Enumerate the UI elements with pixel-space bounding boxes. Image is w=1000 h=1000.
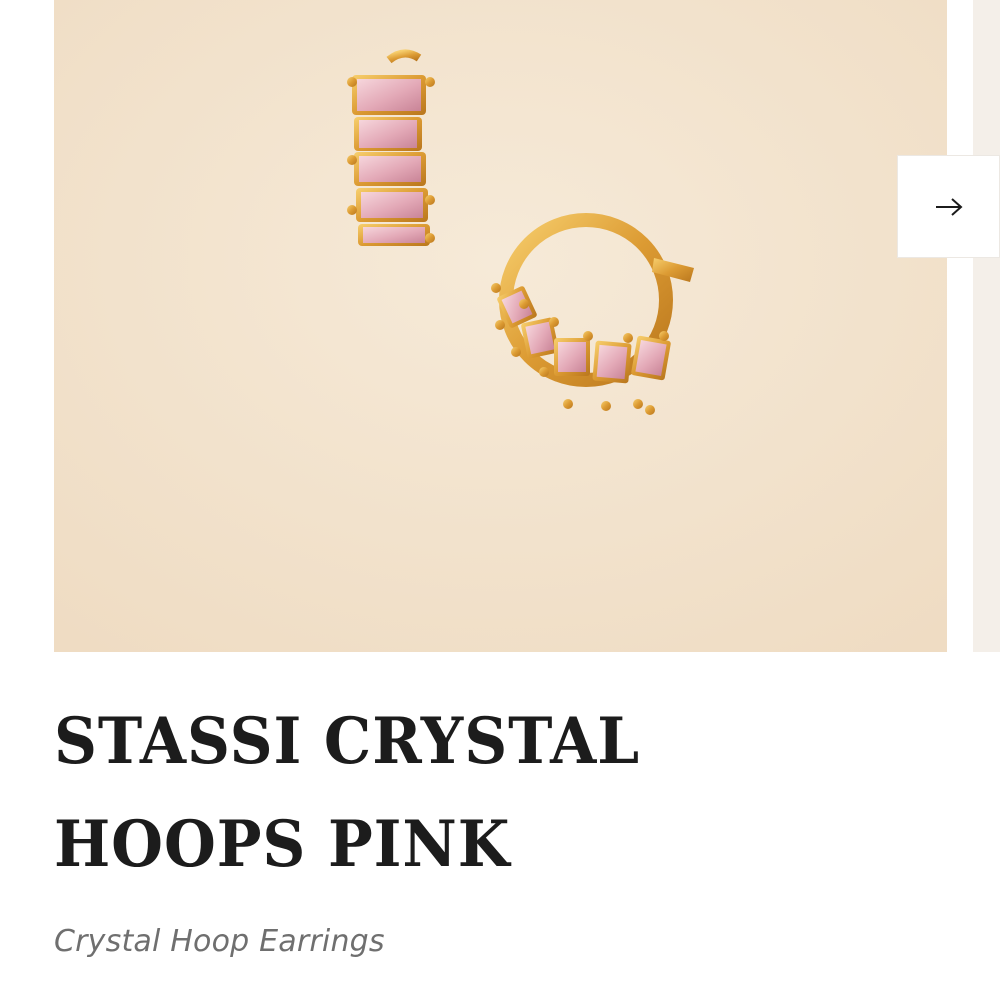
product-subtitle: Crystal Hoop Earrings — [54, 924, 385, 959]
arrow-right-icon — [935, 197, 963, 216]
next-image-button[interactable] — [897, 155, 1000, 258]
next-image-preview — [973, 0, 1000, 652]
product-page: STASSI CRYSTAL HOOPS PINK Crystal Hoop E… — [0, 0, 1000, 1000]
product-image-gallery[interactable] — [54, 0, 947, 652]
product-image — [54, 0, 947, 652]
product-title: STASSI CRYSTAL HOOPS PINK — [54, 704, 640, 882]
